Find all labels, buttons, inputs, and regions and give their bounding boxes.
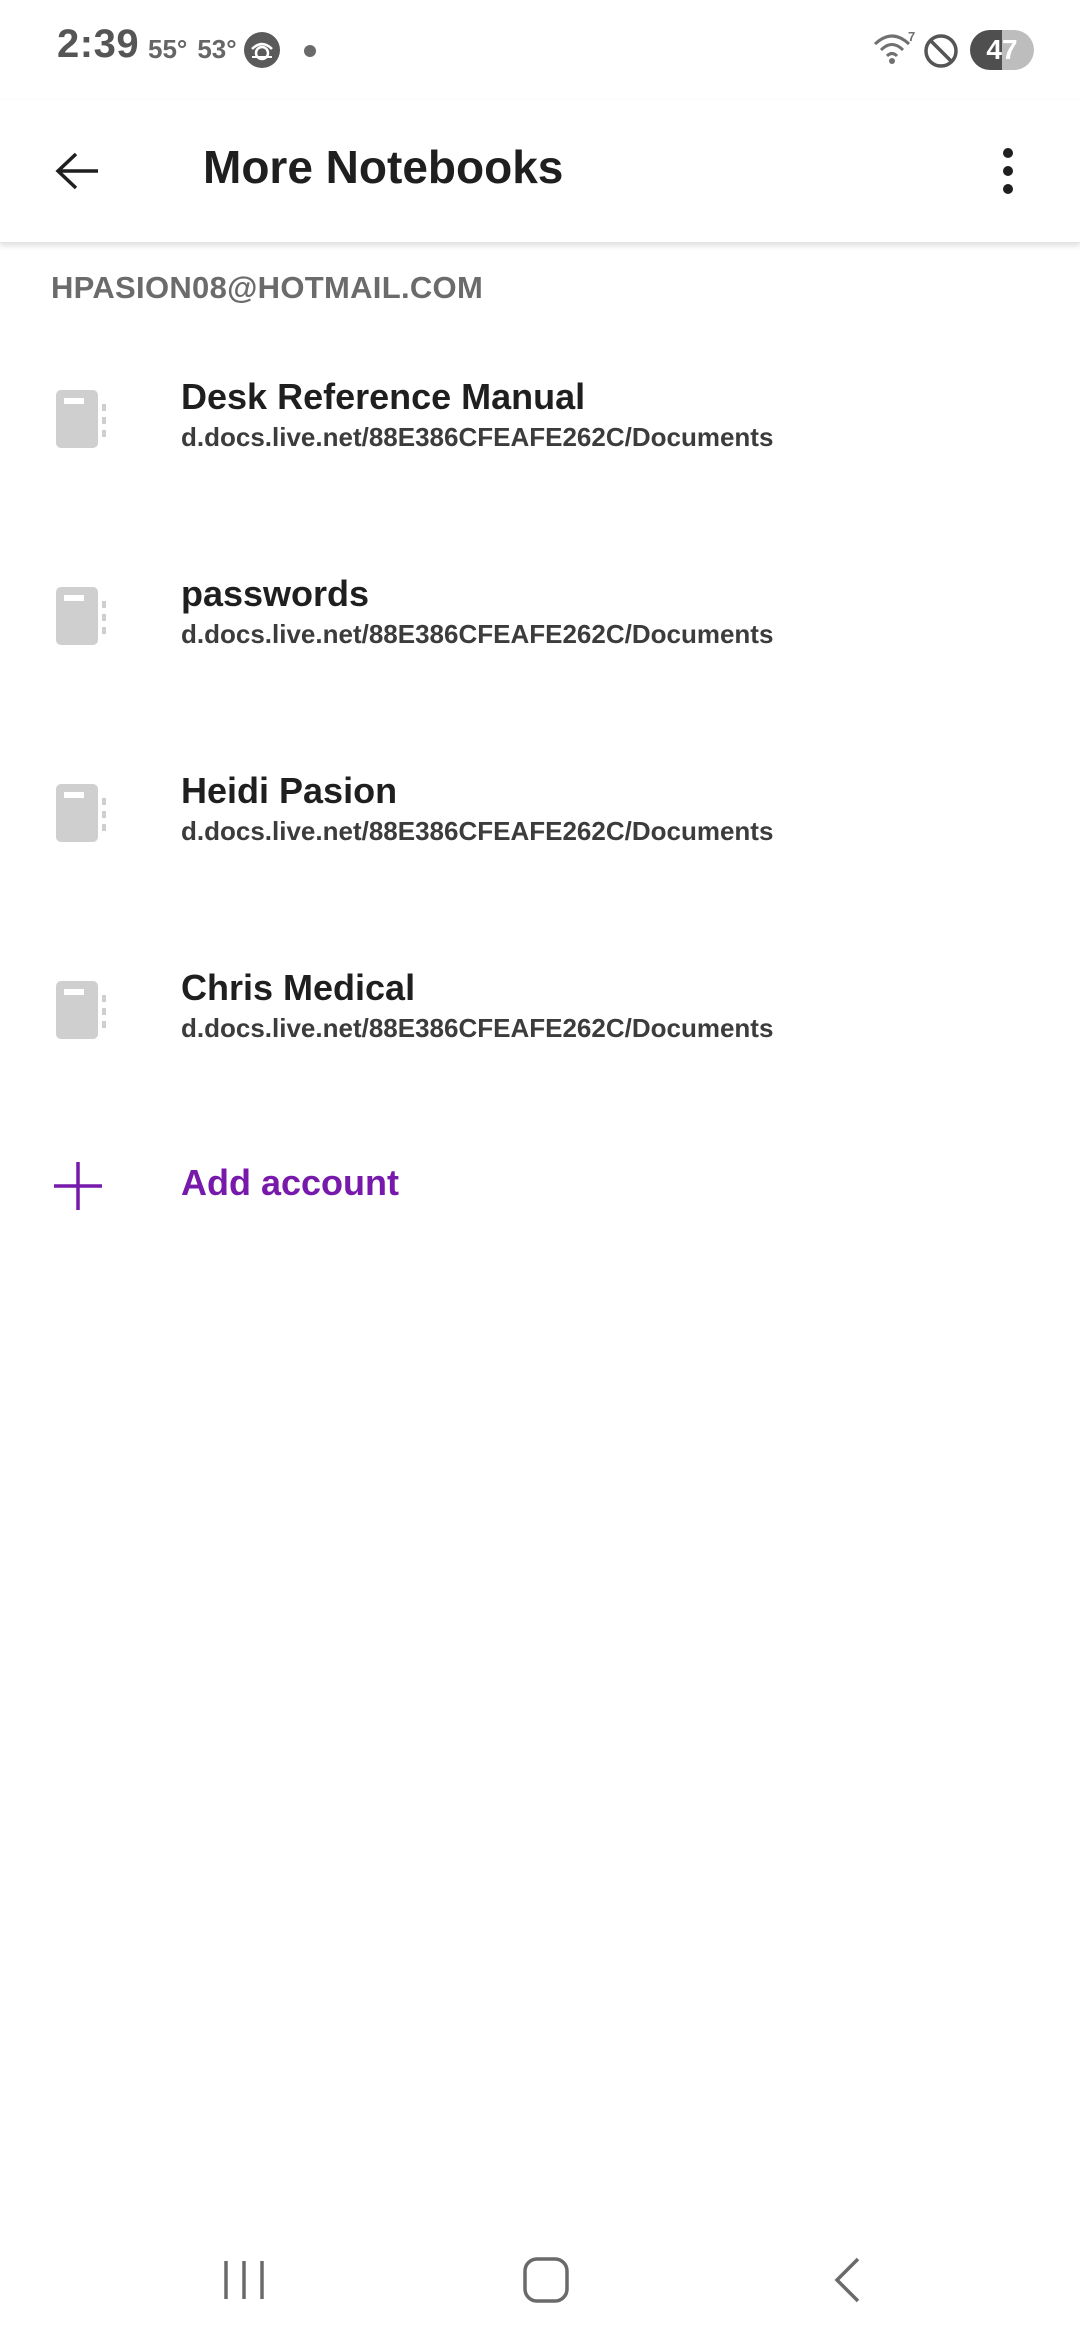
notebook-name: Chris Medical <box>181 967 416 1008</box>
notebook-icon <box>56 784 106 842</box>
status-temp-current: 55° <box>148 34 188 64</box>
status-temp-low: 53° <box>197 34 237 64</box>
home-button[interactable] <box>506 2250 586 2310</box>
recent-apps-icon <box>224 2261 264 2299</box>
notebook-icon <box>56 587 106 645</box>
notebook-item[interactable]: passwords d.docs.live.net/88E386CFEAFE26… <box>0 573 1080 783</box>
home-icon <box>523 2257 569 2303</box>
plus-icon <box>54 1162 102 1210</box>
notebook-name: Desk Reference Manual <box>181 376 586 417</box>
notebook-item[interactable]: Desk Reference Manual d.docs.live.net/88… <box>0 376 1080 586</box>
add-account-button[interactable]: Add account <box>0 1150 1080 1220</box>
battery-indicator: 47 <box>970 30 1034 70</box>
do-not-disturb-icon <box>924 34 958 68</box>
system-back-button[interactable] <box>808 2250 888 2310</box>
add-account-label: Add account <box>181 1162 400 1203</box>
status-temperatures: 55° 53° <box>148 34 247 65</box>
notebook-path: d.docs.live.net/88E386CFEAFE262C/Documen… <box>181 816 774 846</box>
recent-apps-button[interactable] <box>204 2250 284 2310</box>
notebook-icon <box>56 981 106 1039</box>
arrow-back-icon <box>55 152 98 190</box>
wifi-icon: 7 <box>873 30 915 64</box>
notebook-item[interactable]: Chris Medical d.docs.live.net/88E386CFEA… <box>0 967 1080 1177</box>
more-vertical-icon <box>1003 148 1013 194</box>
notebook-name: passwords <box>181 573 370 614</box>
account-email-header: HPASION08@HOTMAIL.COM <box>51 270 484 305</box>
status-bar: 2:39 55° 53° 7 47 <box>0 0 1080 100</box>
back-button[interactable] <box>38 131 118 211</box>
more-options-button[interactable] <box>978 131 1038 211</box>
chevron-left-icon <box>834 2257 860 2303</box>
system-navigation-bar <box>0 2220 1080 2340</box>
notebook-path: d.docs.live.net/88E386CFEAFE262C/Documen… <box>181 422 774 452</box>
wifi-label: 7 <box>908 30 915 44</box>
weather-app-icon <box>244 32 280 68</box>
status-time: 2:39 <box>57 22 140 66</box>
notebook-icon <box>56 390 106 448</box>
notification-dot-icon <box>304 45 316 57</box>
notebook-path: d.docs.live.net/88E386CFEAFE262C/Documen… <box>181 1013 774 1043</box>
notebook-name: Heidi Pasion <box>181 770 398 811</box>
app-bar: More Notebooks <box>0 100 1080 243</box>
page-title: More Notebooks <box>203 141 564 193</box>
notebook-item[interactable]: Heidi Pasion d.docs.live.net/88E386CFEAF… <box>0 770 1080 980</box>
notebook-path: d.docs.live.net/88E386CFEAFE262C/Documen… <box>181 619 774 649</box>
